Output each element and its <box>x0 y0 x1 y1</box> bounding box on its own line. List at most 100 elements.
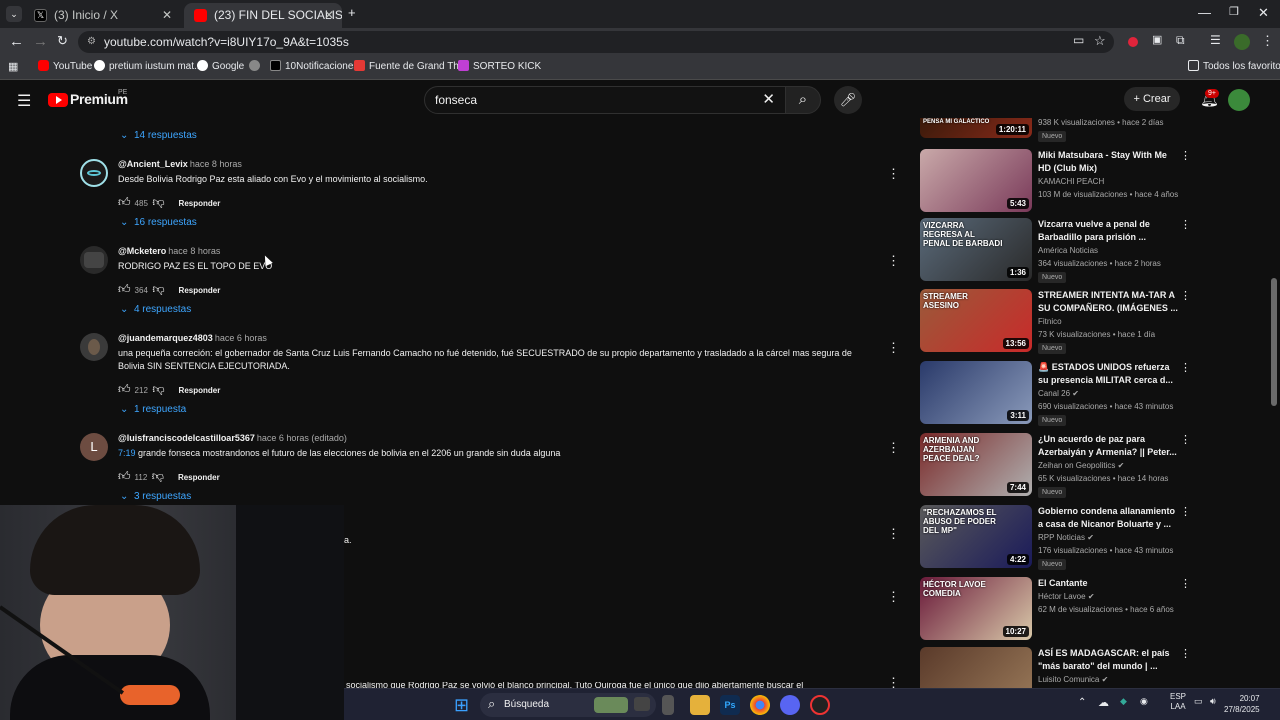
bookmark-google[interactable]: Google <box>197 60 244 74</box>
like-icon[interactable]: 👍︎ <box>118 382 131 396</box>
timestamp-link[interactable]: 7:19 <box>118 448 136 458</box>
app-icon[interactable] <box>810 695 830 715</box>
like-icon[interactable]: 👍︎ <box>118 195 131 209</box>
search-input[interactable]: fonseca ✕ <box>424 86 786 114</box>
comment-author[interactable]: @Ancient_Levix hace 8 horas <box>118 159 242 169</box>
discord-icon[interactable] <box>780 695 800 715</box>
url-bar[interactable]: ⚙ youtube.com/watch?v=i8UIY17o_9A&t=1035… <box>78 31 1114 53</box>
file-explorer-icon[interactable] <box>690 695 710 715</box>
video-title[interactable]: Miki Matsubara - Stay With Me HD (Club M… <box>1038 149 1178 175</box>
video-title[interactable]: ASÍ ES MADAGASCAR: el país "más barato" … <box>1038 647 1178 673</box>
site-info-icon[interactable]: ⚙ <box>87 31 96 53</box>
comment-menu-icon[interactable]: ⋮ <box>887 440 900 456</box>
video-title[interactable]: El Cantante <box>1038 577 1178 590</box>
bookmark-sorteo[interactable]: SORTEO KICK <box>458 60 541 74</box>
window-close-icon[interactable]: ✕ <box>1258 5 1269 21</box>
video-menu-icon[interactable]: ⋮ <box>1180 647 1191 660</box>
voice-search-icon[interactable]: 🎤︎ <box>834 86 862 114</box>
bookmark-notificaciones[interactable]: 10Notificaciones <box>270 60 358 74</box>
forward-icon[interactable]: → <box>33 33 48 50</box>
video-title[interactable]: ¿Un acuerdo de paz para Azerbaiyán y Arm… <box>1038 433 1178 459</box>
minimize-icon[interactable]: — <box>1198 5 1211 20</box>
recommended-video[interactable]: VIZCARRA REGRESA AL PENAL DE BARBADI 1:36… <box>920 218 1191 284</box>
page-scrollbar[interactable] <box>1271 278 1277 406</box>
display-icon[interactable]: ▭ <box>1194 696 1203 707</box>
tab-youtube-video[interactable]: (23) FIN DEL SOCIALISMO EN B ✕ <box>184 3 342 28</box>
comment-author[interactable]: @luisfranciscodelcastilloar5367 hace 6 ho… <box>118 433 347 443</box>
view-replies-link[interactable]: ⌄ 1 respuesta <box>120 404 186 415</box>
comment-author[interactable]: @juandemarquez4803 hace 6 horas <box>118 333 267 343</box>
channel-name[interactable]: KAMACHI PEACH <box>1038 177 1104 186</box>
language-indicator[interactable]: ESP LAA <box>1170 692 1186 712</box>
chrome-icon[interactable] <box>750 695 770 715</box>
channel-name[interactable]: Héctor Lavoe ✔ <box>1038 592 1095 601</box>
video-menu-icon[interactable]: ⋮ <box>1180 361 1191 374</box>
tray-chevron-icon[interactable]: ⌃ <box>1078 697 1086 708</box>
view-replies-link[interactable]: ⌄ 16 respuestas <box>120 217 197 228</box>
channel-name[interactable]: Zeihan on Geopolitics ✔ <box>1038 461 1124 470</box>
apps-grid-icon[interactable]: ▦ <box>8 60 18 74</box>
extensions-puzzle-icon[interactable]: ⧉ <box>1176 33 1185 48</box>
all-favorites[interactable]: Todos los favoritos <box>1188 60 1280 74</box>
video-title[interactable]: Vizcarra vuelve a penal de Barbadillo pa… <box>1038 218 1178 244</box>
reply-button[interactable]: Responder <box>179 286 221 295</box>
video-title[interactable]: Gobierno condena allanamiento a casa de … <box>1038 505 1178 531</box>
reading-list-icon[interactable]: ☰ <box>1210 33 1221 47</box>
recommended-video[interactable]: "RECHAZAMOS EL ABUSO DE PODER DEL MP" 4:2… <box>920 505 1191 571</box>
avatar[interactable]: L <box>80 433 108 461</box>
video-thumbnail[interactable]: "RECHAZAMOS EL ABUSO DE PODER DEL MP" 4:2… <box>920 505 1032 568</box>
video-thumbnail[interactable]: PENSÁ MI GALÁCTICO 1:20:11 <box>920 118 1032 138</box>
comment-menu-icon[interactable]: ⋮ <box>887 340 900 356</box>
account-avatar[interactable] <box>1228 89 1250 111</box>
comment-author[interactable]: @Mcketero hace 8 horas <box>118 246 220 256</box>
video-menu-icon[interactable]: ⋮ <box>1180 433 1191 446</box>
dislike-icon[interactable]: 👎︎ <box>152 382 164 396</box>
video-thumbnail[interactable]: ARMENIA AND AZERBAIJAN PEACE DEAL? 7:44 <box>920 433 1032 496</box>
view-replies-link[interactable]: ⌄ 3 respuestas <box>120 491 191 502</box>
app-icon[interactable] <box>662 695 674 715</box>
close-tab-icon[interactable]: ✕ <box>162 3 172 28</box>
clock[interactable]: 20:07 27/8/2025 <box>1224 693 1260 715</box>
video-menu-icon[interactable]: ⋮ <box>1180 505 1191 518</box>
avatar[interactable] <box>80 159 108 187</box>
like-icon[interactable]: 👍︎ <box>118 469 131 483</box>
reply-button[interactable]: Responder <box>179 199 221 208</box>
tray-app-icon[interactable]: ◉ <box>1140 696 1148 707</box>
tab-x-inicio[interactable]: 𝕏 (3) Inicio / X ✕ <box>24 3 180 28</box>
video-menu-icon[interactable]: ⋮ <box>1180 218 1191 231</box>
view-replies-link[interactable]: ⌄ 14 respuestas <box>120 130 197 141</box>
extension-icon[interactable]: ▣ <box>1152 33 1162 46</box>
bookmark-star-icon[interactable]: ☆ <box>1094 33 1106 49</box>
bookmark-youtube[interactable]: YouTube <box>38 60 92 74</box>
close-tab-icon[interactable]: ✕ <box>324 3 334 28</box>
avatar[interactable] <box>80 246 108 274</box>
tray-app-icon[interactable]: ◆ <box>1120 696 1127 707</box>
channel-name[interactable]: Luisito Comunica ✔ <box>1038 675 1108 684</box>
search-button[interactable]: ⌕ <box>785 86 821 114</box>
recommended-video[interactable]: 3:11 🚨 ESTADOS UNIDOS refuerza su presenc… <box>920 361 1191 427</box>
like-icon[interactable]: 👍︎ <box>118 282 131 296</box>
dislike-icon[interactable]: 👎︎ <box>152 195 164 209</box>
comment-menu-icon[interactable]: ⋮ <box>887 589 900 605</box>
channel-name[interactable]: Fitnico <box>1038 317 1062 326</box>
hamburger-menu-icon[interactable]: ☰ <box>17 91 31 111</box>
recommended-video[interactable]: PENSÁ MI GALÁCTICO 1:20:11 938 K visualiza… <box>920 88 1190 148</box>
video-title[interactable]: 🚨 ESTADOS UNIDOS refuerza su presencia M… <box>1038 361 1178 387</box>
reload-icon[interactable]: ↻ <box>57 33 68 49</box>
clear-search-icon[interactable]: ✕ <box>762 87 775 113</box>
channel-name[interactable]: Canal 26 ✔ <box>1038 389 1079 398</box>
bookmark-globe[interactable] <box>249 60 264 74</box>
video-thumbnail[interactable]: 3:11 <box>920 361 1032 424</box>
taskbar-search[interactable]: ⌕ Búsqueda <box>480 693 656 717</box>
video-thumbnail[interactable]: STREAMER ASESINO 13:56 <box>920 289 1032 352</box>
bookmark-grand-theft[interactable]: Fuente de Grand Th... <box>354 60 467 74</box>
avatar[interactable] <box>80 333 108 361</box>
video-menu-icon[interactable]: ⋮ <box>1180 577 1191 590</box>
maximize-icon[interactable]: ❐ <box>1229 5 1239 18</box>
channel-name[interactable]: RPP Noticias ✔ <box>1038 533 1094 542</box>
tab-search-button[interactable]: ⌄ <box>6 6 22 22</box>
comment-menu-icon[interactable]: ⋮ <box>887 166 900 182</box>
comment-menu-icon[interactable]: ⋮ <box>887 253 900 269</box>
video-title[interactable]: STREAMER INTENTA MA-TAR A SU COMPAÑERO. … <box>1038 289 1178 315</box>
reply-button[interactable]: Responder <box>179 386 221 395</box>
